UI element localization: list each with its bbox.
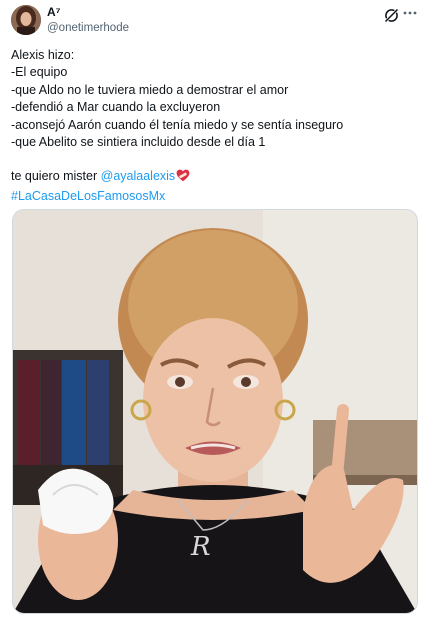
tweet-line: Alexis hizo: bbox=[11, 48, 75, 62]
tweet-text: Alexis hizo: -El equipo -que Aldo no le … bbox=[11, 47, 421, 205]
grok-icon[interactable] bbox=[384, 8, 399, 23]
author-display-name[interactable]: A⁷ bbox=[47, 5, 61, 19]
svg-text:R: R bbox=[190, 532, 211, 562]
tweet-card[interactable]: A⁷ @onetimerhode Alexis hizo: -El equipo… bbox=[0, 0, 432, 620]
tweet-line: -defendió a Mar cuando la excluyeron bbox=[11, 100, 221, 115]
tweet-line: -El equipo bbox=[11, 65, 68, 80]
tweet-media-photo[interactable]: R bbox=[12, 209, 418, 614]
author-handle[interactable]: @onetimerhode bbox=[47, 21, 129, 35]
tweet-line: -que Aldo no le tuviera miedo a demostra… bbox=[11, 82, 289, 97]
crying-woman-photo: R bbox=[13, 210, 417, 613]
line-spacer bbox=[11, 151, 421, 168]
more-dots-icon[interactable] bbox=[402, 5, 418, 21]
tweet-closing-line: te quiero mister @ayalaalexis bbox=[11, 168, 421, 187]
closing-text: te quiero mister bbox=[11, 169, 98, 184]
heart-with-bandage-emoji-icon bbox=[176, 169, 190, 187]
tweet-line: -que Abelito se sintiera incluido desde … bbox=[11, 135, 266, 150]
hashtag-link[interactable]: #LaCasaDeLosFamososMx bbox=[11, 188, 421, 205]
author-avatar[interactable] bbox=[11, 5, 41, 35]
tweet-line: -aconsejó Aarón cuando él tenía miedo y … bbox=[11, 117, 344, 132]
mention-link[interactable]: @ayalaalexis bbox=[101, 169, 176, 183]
